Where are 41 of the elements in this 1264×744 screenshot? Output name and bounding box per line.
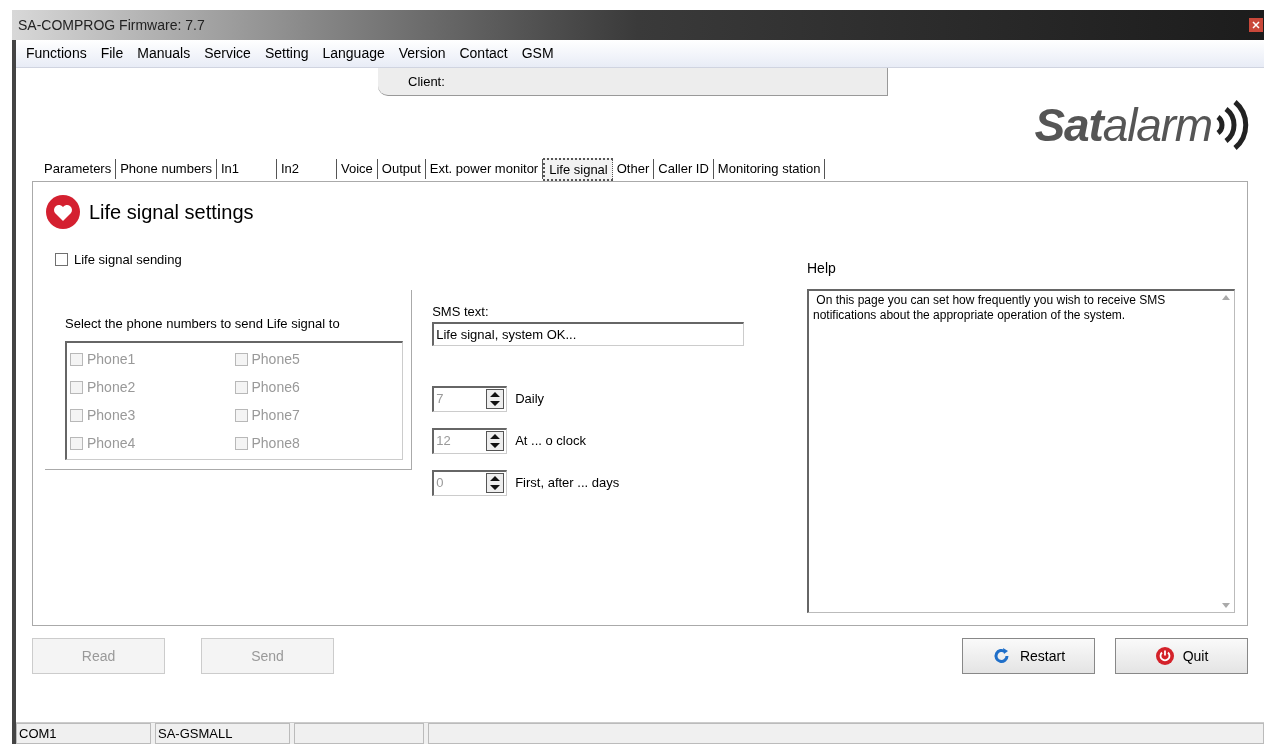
checkbox-label: Phone5	[251, 349, 300, 369]
checkbox-label: Phone7	[251, 405, 300, 425]
client-label: Client:	[408, 72, 445, 91]
status-cell: SA-GSMALL	[155, 723, 290, 744]
sms-text-field[interactable]: Life signal, system OK...	[432, 321, 745, 346]
menu-item[interactable]: Language	[322, 43, 385, 64]
menu-item[interactable]: File	[100, 43, 124, 64]
window-title: SA-COMPROG Firmware: 7.7	[18, 15, 205, 35]
menu-item[interactable]: Functions	[26, 43, 87, 64]
checkbox-label: Phone2	[87, 377, 136, 397]
scroll-down-icon[interactable]	[1222, 603, 1230, 608]
sms-label: SMS text:	[432, 303, 490, 321]
checkbox-label: Phone1	[87, 349, 136, 369]
menu-item[interactable]: GSM	[521, 43, 554, 64]
spin-label: At ... o clock	[515, 431, 586, 450]
checkbox-label: Phone4	[87, 433, 136, 453]
scroll-up-icon[interactable]	[1222, 295, 1230, 300]
status-cell: COM1	[16, 723, 151, 744]
menu-item[interactable]: Manuals	[137, 43, 191, 64]
help-text: On this page you can set how frequently you wish to receive SMS notifications about the appropriate operation of the system.	[812, 292, 1167, 324]
action-button[interactable]: Restart	[962, 638, 1095, 674]
close-button[interactable]	[1249, 18, 1263, 32]
power-icon	[1154, 646, 1175, 666]
page-title: Life signal settings	[89, 200, 254, 225]
checkbox-label: Life signal sending	[74, 251, 182, 269]
menu-item[interactable]: Version	[398, 43, 446, 64]
action-button[interactable]: Quit	[1115, 638, 1248, 674]
checkbox-label: Phone6	[251, 377, 300, 397]
menu-item[interactable]: Service	[204, 43, 251, 64]
checkbox-label: Phone3	[87, 405, 136, 425]
menu-item[interactable]: Contact	[459, 43, 508, 64]
spin-label: Daily	[515, 389, 545, 408]
close-icon	[1252, 21, 1260, 29]
checkbox-label: Phone8	[251, 433, 300, 453]
menu-item[interactable]: Setting	[264, 43, 309, 64]
checkbox[interactable]	[55, 253, 68, 267]
phones-title: Select the phone numbers to send Life signal to	[65, 314, 341, 333]
help-label: Help	[807, 259, 837, 278]
logo-text: Satalarm	[1034, 97, 1212, 153]
tab[interactable]: Life signal	[543, 158, 613, 181]
spin-label: First, after ... days	[515, 473, 620, 492]
